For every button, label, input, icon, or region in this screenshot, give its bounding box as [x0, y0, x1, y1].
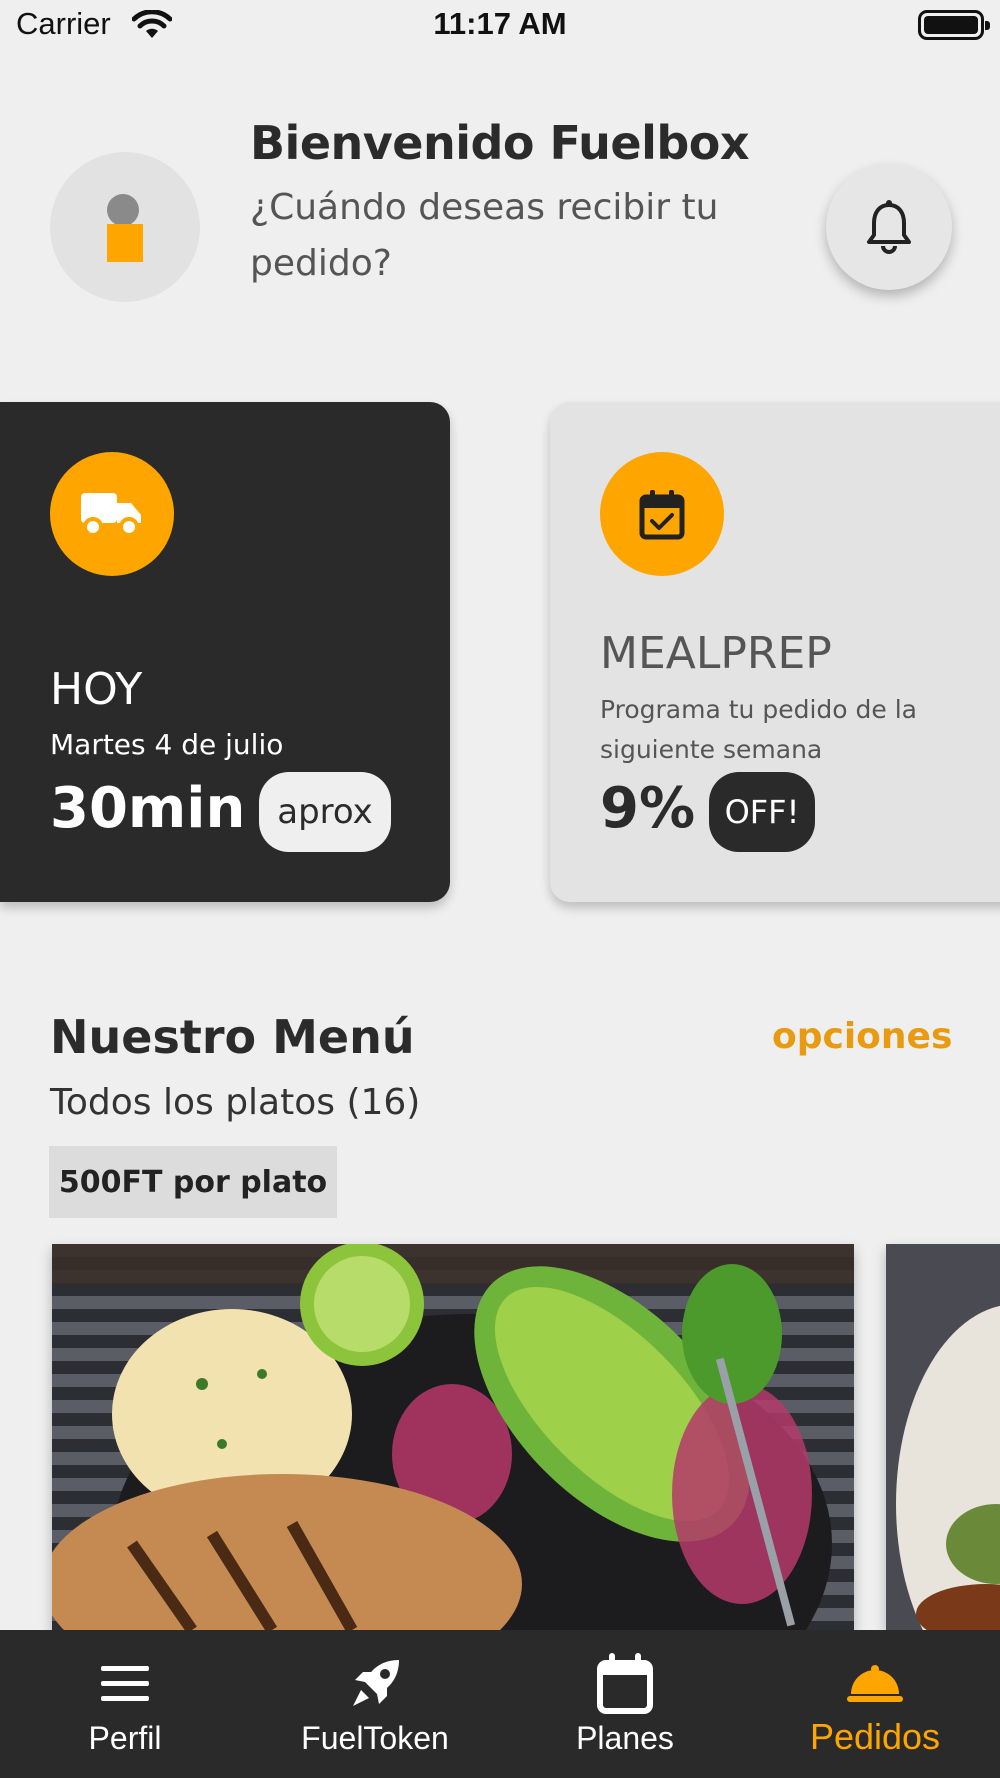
price-tag: 500FT por plato — [49, 1146, 337, 1218]
off-badge: OFF! — [709, 772, 815, 852]
tab-fueltoken[interactable]: FuelToken — [250, 1630, 500, 1778]
delivery-time: 30min — [50, 776, 246, 841]
menu-title: Nuestro Menú — [50, 1010, 415, 1064]
tab-pedidos[interactable]: Pedidos — [750, 1630, 1000, 1778]
avatar-head-icon — [107, 194, 139, 226]
clock: 11:17 AM — [433, 6, 567, 41]
avatar-body-icon — [107, 224, 143, 262]
approx-badge: aprox — [259, 772, 391, 852]
welcome-title: Bienvenido Fuelbox — [250, 116, 750, 170]
tab-label: FuelToken — [301, 1720, 449, 1756]
mealprep-description: Programa tu pedido de la siguiente seman… — [600, 695, 917, 764]
menu-subtitle: Todos los platos (16) — [50, 1082, 421, 1123]
mealprep-discount: 9% — [600, 776, 696, 841]
tab-bar: Perfil FuelToken Planes Pedidos — [0, 1630, 1000, 1778]
dish-card[interactable] — [52, 1244, 854, 1630]
tab-label: Planes — [576, 1720, 674, 1756]
dish-card[interactable] — [886, 1244, 1000, 1630]
cloche-icon — [847, 1665, 903, 1702]
welcome-subtitle: ¿Cuándo deseas recibir tu pedido? — [250, 187, 719, 284]
truck-icon-circle — [50, 452, 174, 576]
delivery-today-title: HOY — [50, 664, 143, 715]
avatar[interactable] — [50, 152, 200, 302]
battery-icon — [918, 10, 990, 40]
tab-planes[interactable]: Planes — [500, 1630, 750, 1778]
status-bar: Carrier 11:17 AM — [0, 0, 1000, 52]
options-link[interactable]: opciones — [772, 1016, 952, 1057]
rocket-icon — [353, 1660, 399, 1706]
delivery-today-date: Martes 4 de julio — [50, 728, 284, 761]
tab-label: Perfil — [88, 1720, 162, 1756]
mealprep-card[interactable]: MEALPREP Programa tu pedido de la siguie… — [550, 402, 1000, 902]
calendar-check-icon — [639, 490, 685, 540]
tab-label: Pedidos — [809, 1716, 941, 1757]
calendar-icon-circle — [600, 452, 724, 576]
mealprep-title: MEALPREP — [600, 628, 832, 679]
truck-icon — [81, 493, 141, 537]
dish-photo — [886, 1244, 1000, 1630]
menu-icon — [101, 1666, 149, 1701]
dish-photo — [52, 1244, 854, 1630]
tab-perfil[interactable]: Perfil — [0, 1630, 250, 1778]
delivery-today-card[interactable]: HOY Martes 4 de julio 30min aprox — [0, 402, 450, 902]
bell-icon — [867, 200, 911, 254]
notifications-button[interactable] — [826, 164, 952, 290]
calendar-icon — [597, 1653, 653, 1714]
